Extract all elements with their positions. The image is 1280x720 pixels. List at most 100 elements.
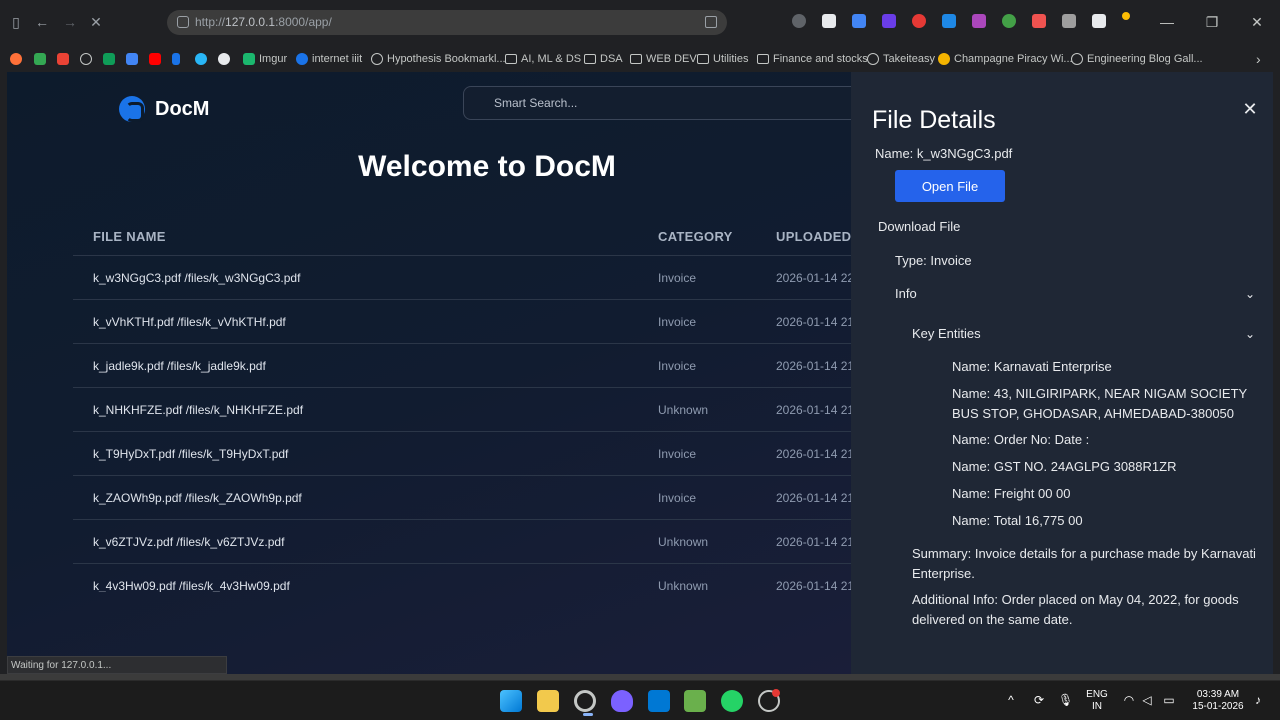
open-file-button[interactable]: Open File bbox=[895, 170, 1005, 202]
extension-icon[interactable] bbox=[852, 14, 866, 28]
maximize-icon[interactable]: ❐ bbox=[1202, 12, 1222, 32]
extension-icon[interactable] bbox=[972, 14, 986, 28]
bookmark-engineering-blog[interactable]: Engineering Blog Gall... bbox=[1071, 51, 1203, 67]
battery-icon[interactable]: ▭ bbox=[1162, 693, 1176, 707]
volume-icon[interactable]: ◁ bbox=[1140, 693, 1154, 707]
wifi-icon[interactable]: ◠ bbox=[1122, 693, 1136, 707]
bookmark-imgur[interactable]: Imgur bbox=[243, 51, 287, 67]
chevron-down-icon[interactable]: ⌄ bbox=[1245, 327, 1257, 341]
sidebar-toggle-icon[interactable]: ▯ bbox=[6, 12, 26, 32]
obsidian-icon[interactable] bbox=[611, 690, 633, 712]
bookmark-folder-finance[interactable]: Finance and stocks bbox=[757, 51, 868, 67]
sync-icon[interactable]: ⟳ bbox=[1032, 693, 1046, 707]
bookmark-chatgpt[interactable] bbox=[80, 51, 92, 67]
back-arrow-icon[interactable]: ← bbox=[32, 12, 52, 32]
chrome-icon[interactable] bbox=[574, 690, 596, 716]
tray-overflow-chevron-icon[interactable]: ^ bbox=[1004, 693, 1018, 707]
vscode-icon[interactable] bbox=[648, 690, 670, 712]
grammarly-extension-icon[interactable] bbox=[1002, 14, 1016, 28]
bookmark-takeiteasy[interactable]: Takeiteasy bbox=[867, 51, 935, 67]
table-row[interactable]: k_4v3Hw09.pdf /files/k_4v3Hw09.pdf Unkno… bbox=[73, 564, 873, 592]
bookmark-champagne[interactable]: Champagne Piracy Wi... bbox=[938, 51, 1073, 67]
column-header-file-name[interactable]: FILE NAME bbox=[93, 229, 166, 244]
microphone-icon[interactable]: 🎙 bbox=[1058, 693, 1073, 707]
bookmark-github[interactable] bbox=[218, 51, 230, 67]
bookmark-folder-web-dev[interactable]: WEB DEV bbox=[630, 51, 697, 67]
clock[interactable]: 03:39 AM 15-01-2026 bbox=[1190, 689, 1246, 713]
bookmark-label: Utilities bbox=[713, 53, 749, 65]
table-row[interactable]: k_jadle9k.pdf /files/k_jadle9k.pdf Invoi… bbox=[73, 344, 873, 388]
file-name-cell: k_4v3Hw09.pdf /files/k_4v3Hw09.pdf bbox=[93, 579, 290, 592]
table-row[interactable]: k_NHKHFZE.pdf /files/k_NHKHFZE.pdf Unkno… bbox=[73, 388, 873, 432]
extension-icon[interactable] bbox=[942, 14, 956, 28]
smart-search-input[interactable] bbox=[463, 86, 883, 120]
language-indicator[interactable]: ENG IN bbox=[1086, 689, 1108, 713]
table-row[interactable]: k_vVhKTHf.pdf /files/k_vVhKTHf.pdf Invoi… bbox=[73, 300, 873, 344]
extension-icon[interactable] bbox=[1032, 14, 1046, 28]
uploaded-cell: 2026-01-14 21 bbox=[776, 535, 855, 549]
address-url[interactable]: http://127.0.0.1:8000/app/ bbox=[195, 15, 332, 29]
bookmarks-bar: Imgur internet iiit Hypothesis Bookmarkl… bbox=[0, 46, 1280, 72]
extension-icon[interactable] bbox=[822, 14, 836, 28]
app-logo[interactable]: DocM bbox=[119, 96, 209, 122]
table-row[interactable]: k_T9HyDxT.pdf /files/k_T9HyDxT.pdf Invoi… bbox=[73, 432, 873, 476]
category-cell: Unknown bbox=[658, 535, 709, 549]
bookmark-sheets[interactable] bbox=[103, 51, 115, 67]
extension-icon[interactable] bbox=[882, 14, 896, 28]
youtube-extension-icon[interactable] bbox=[912, 14, 926, 28]
whatsapp-icon[interactable] bbox=[721, 690, 743, 712]
category-cell: Invoice bbox=[658, 315, 697, 329]
uploaded-cell: 2026-01-14 21 bbox=[776, 579, 855, 592]
bookmark-pointer[interactable] bbox=[172, 51, 180, 67]
start-icon[interactable] bbox=[500, 690, 522, 712]
install-app-icon[interactable] bbox=[705, 16, 717, 28]
bookmark-calendar[interactable] bbox=[126, 51, 138, 67]
table-row[interactable]: k_ZAOWh9p.pdf /files/k_ZAOWh9p.pdf Invoi… bbox=[73, 476, 873, 520]
bookmark-label: DSA bbox=[600, 53, 623, 65]
uploaded-cell: 2026-01-14 21 bbox=[776, 447, 855, 461]
site-info-icon[interactable] bbox=[177, 16, 189, 28]
bookmark-gmail[interactable] bbox=[57, 51, 69, 67]
file-explorer-icon[interactable] bbox=[537, 690, 559, 712]
category-cell: Unknown bbox=[658, 579, 709, 592]
summary-text: Summary: Invoice details for a purchase … bbox=[912, 546, 1256, 581]
minimize-icon[interactable]: — bbox=[1157, 12, 1177, 32]
bookmarks-overflow-chevron-icon[interactable]: › bbox=[1256, 51, 1261, 67]
notepad-icon[interactable] bbox=[684, 690, 706, 712]
folder-icon bbox=[630, 54, 642, 64]
table-row[interactable]: k_w3NGgC3.pdf /files/k_w3NGgC3.pdf Invoi… bbox=[73, 256, 873, 300]
pointer-icon bbox=[172, 53, 180, 65]
telegram-icon bbox=[195, 53, 207, 65]
close-panel-icon[interactable]: ✕ bbox=[1241, 100, 1259, 118]
sheets-icon bbox=[103, 53, 115, 65]
bookmark-hypothesis[interactable]: Hypothesis Bookmarkl... bbox=[371, 51, 506, 67]
clock-time: 03:39 AM bbox=[1196, 689, 1240, 700]
stop-loading-icon[interactable]: ✕ bbox=[86, 12, 106, 32]
column-header-category[interactable]: CATEGORY bbox=[658, 229, 733, 244]
bookmark-folder-ai-ml-ds[interactable]: AI, ML & DS bbox=[505, 51, 581, 67]
address-bar[interactable]: http://127.0.0.1:8000/app/ bbox=[167, 10, 727, 35]
bookmark-folder-dsa[interactable]: DSA bbox=[584, 51, 623, 67]
info-toggle[interactable]: Info bbox=[895, 286, 917, 301]
table-row[interactable]: k_v6ZTJVz.pdf /files/k_v6ZTJVz.pdf Unkno… bbox=[73, 520, 873, 564]
forward-arrow-icon[interactable]: → bbox=[60, 12, 80, 32]
bookmark-youtube[interactable] bbox=[149, 51, 161, 67]
file-name-cell: k_vVhKTHf.pdf /files/k_vVhKTHf.pdf bbox=[93, 315, 286, 329]
bookmark-drive[interactable] bbox=[34, 51, 46, 67]
notification-badge bbox=[772, 689, 780, 697]
bookmark-folder-utilities[interactable]: Utilities bbox=[697, 51, 748, 67]
extension-icon[interactable] bbox=[792, 14, 806, 28]
extension-icon[interactable] bbox=[1122, 12, 1130, 20]
download-file-link[interactable]: Download File bbox=[878, 219, 960, 234]
bookmark-firefox[interactable] bbox=[10, 51, 22, 67]
file-name-cell: k_T9HyDxT.pdf /files/k_T9HyDxT.pdf bbox=[93, 447, 289, 461]
extension-icon[interactable] bbox=[1062, 14, 1076, 28]
bookmark-internet-iiit[interactable]: internet iiit bbox=[296, 51, 362, 67]
key-entities-toggle[interactable]: Key Entities bbox=[912, 326, 981, 341]
entity-item: Name: Total 16,775 00 bbox=[952, 513, 1083, 528]
chevron-down-icon[interactable]: ⌄ bbox=[1245, 287, 1257, 301]
bookmark-telegram[interactable] bbox=[195, 51, 207, 67]
notifications-bell-icon[interactable]: ♪ bbox=[1251, 693, 1265, 707]
close-window-icon[interactable]: ✕ bbox=[1247, 12, 1267, 32]
extension-icon[interactable] bbox=[1092, 14, 1106, 28]
